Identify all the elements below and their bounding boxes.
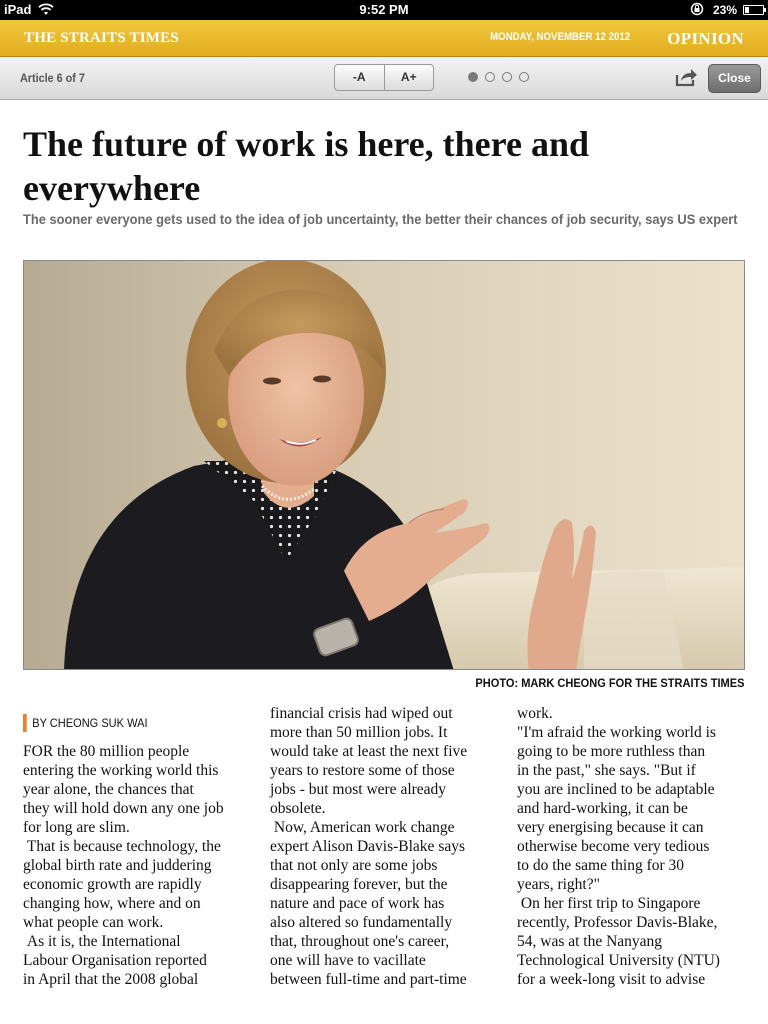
share-icon[interactable] <box>674 67 698 87</box>
page-dot[interactable] <box>468 72 478 82</box>
page-dot[interactable] <box>519 72 529 82</box>
battery-percent: 23% <box>713 3 738 17</box>
article-photo <box>23 260 745 670</box>
article-column-1: FOR the 80 million people entering the w… <box>23 743 224 988</box>
page-dot[interactable] <box>502 72 512 82</box>
photo-credit: PHOTO: MARK CHEONG FOR THE STRAITS TIMES <box>474 676 744 690</box>
issue-date: MONDAY, NOVEMBER 12 2012 <box>489 31 630 43</box>
article-column-3: work. "I'm afraid the working world is g… <box>517 705 720 988</box>
masthead: THE STRAITS TIMES MONDAY, NOVEMBER 12 20… <box>0 20 768 57</box>
article-toolbar: Article 6 of 7 -A A+ Close <box>0 57 768 100</box>
section-title: OPINION <box>667 29 744 48</box>
close-button[interactable]: Close <box>708 64 761 93</box>
page-indicator[interactable] <box>468 72 529 82</box>
increase-font-button[interactable]: A+ <box>383 65 434 90</box>
rotation-lock-icon <box>690 2 704 16</box>
status-bar: iPad 9:52 PM 23% <box>0 0 768 20</box>
page-dot[interactable] <box>485 72 495 82</box>
article-column-2: financial crisis had wiped out more than… <box>270 705 468 988</box>
clock: 9:52 PM <box>359 2 409 17</box>
byline: BY CHEONG SUK WAI <box>23 714 148 732</box>
decrease-font-button[interactable]: -A <box>335 65 384 90</box>
font-size-control: -A A+ <box>334 64 434 91</box>
article-counter: Article 6 of 7 <box>20 71 85 85</box>
battery-icon <box>743 5 766 15</box>
article-standfirst: The sooner everyone gets used to the ide… <box>23 211 738 227</box>
newspaper-logo: THE STRAITS TIMES <box>24 30 179 46</box>
article-headline: The future of work is here, there and ev… <box>23 124 589 208</box>
